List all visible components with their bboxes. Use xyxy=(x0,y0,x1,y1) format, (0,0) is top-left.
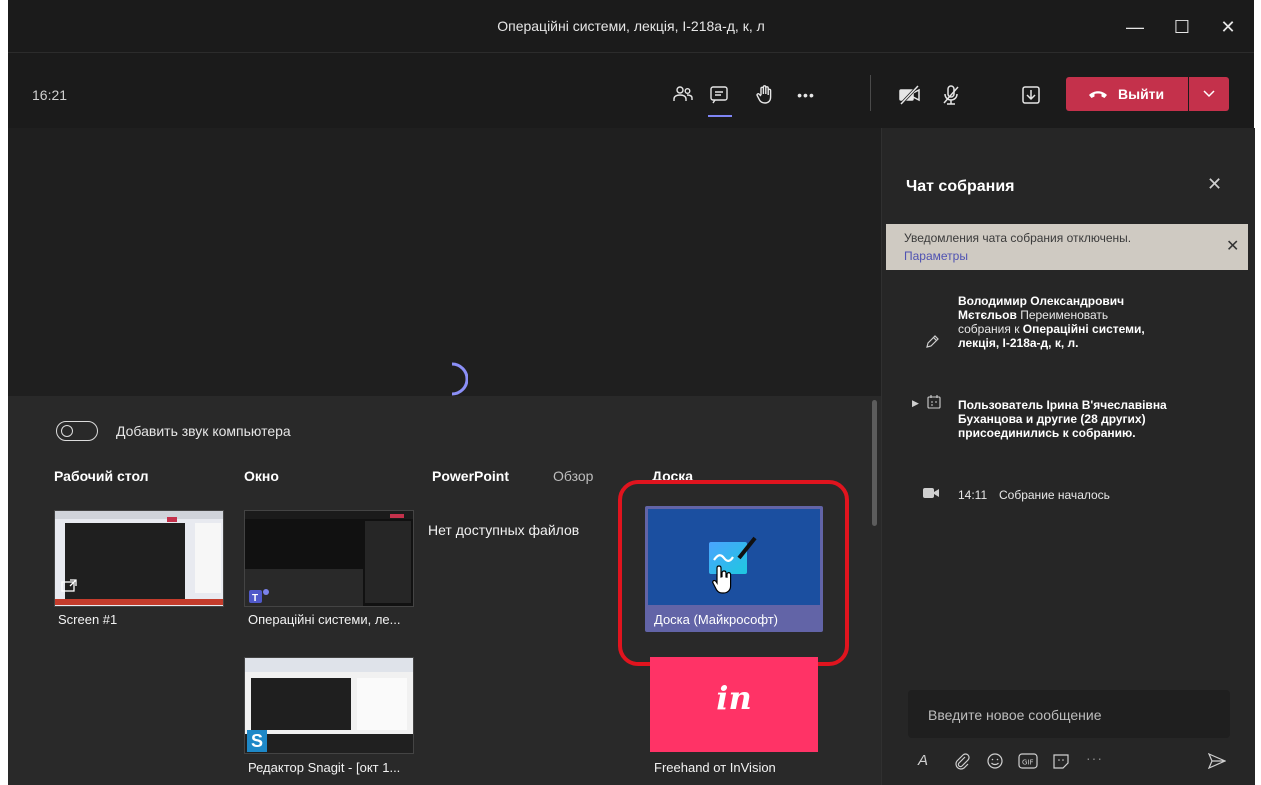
chat-icon[interactable] xyxy=(704,81,734,109)
microsoft-whiteboard-label: Доска (Майкрософт) xyxy=(654,612,779,627)
hang-up-icon xyxy=(1089,91,1107,98)
meeting-toolbar: 16:21 ••• Выйти xyxy=(8,52,1254,129)
participants-icon[interactable] xyxy=(668,81,698,109)
meeting-started-text: Собрание началось xyxy=(999,488,1110,502)
join-others-link[interactable]: другие (28 других) xyxy=(1037,412,1146,426)
screen-share-icon xyxy=(61,579,77,592)
no-files-text: Нет доступных файлов xyxy=(428,522,580,538)
teams-app-icon: T xyxy=(249,589,269,604)
toolbar-divider xyxy=(870,75,871,111)
window-title: Операційні системи, лекція, І-218а-д, к,… xyxy=(497,18,765,34)
snagit-window-label: Редактор Snagit - [окт 1... xyxy=(248,760,401,775)
meeting-chat-panel: Чат собрания ✕ Уведомления чата собрания… xyxy=(881,128,1255,785)
attach-icon[interactable] xyxy=(954,752,970,770)
join-conjunction: и xyxy=(1025,412,1034,426)
chat-active-indicator xyxy=(708,115,732,117)
raise-hand-icon[interactable] xyxy=(750,81,780,109)
share-tray-icon[interactable] xyxy=(1016,81,1046,109)
hand-cursor-icon xyxy=(712,565,732,594)
close-chat-icon[interactable]: ✕ xyxy=(1207,174,1222,195)
freehand-invision-label: Freehand от InVision xyxy=(654,760,776,775)
section-window: Окно xyxy=(244,468,279,484)
leave-label: Выйти xyxy=(1118,86,1165,102)
video-camera-icon xyxy=(923,488,939,498)
freehand-invision-tile[interactable]: in xyxy=(650,657,818,752)
join-prefix: Пользователь xyxy=(958,398,1044,412)
meeting-timer: 16:21 xyxy=(32,87,68,103)
section-powerpoint: PowerPoint xyxy=(432,468,510,484)
teams-window-label: Операційні системи, ле... xyxy=(248,612,401,627)
leave-options-button[interactable] xyxy=(1189,77,1229,111)
teams-meeting-window: Операційні системи, лекція, І-218а-д, к,… xyxy=(8,0,1255,785)
browse-link[interactable]: Обзор xyxy=(553,468,593,484)
camera-off-icon[interactable] xyxy=(895,81,925,109)
microsoft-whiteboard-tile[interactable]: Доска (Майкрософт) xyxy=(645,506,823,632)
loading-spinner-icon xyxy=(451,362,468,396)
participants-join-icon xyxy=(927,395,941,409)
sticker-icon[interactable] xyxy=(1052,752,1070,770)
pencil-icon xyxy=(926,335,939,348)
share-panel-scrollbar[interactable] xyxy=(872,400,877,526)
emoji-icon[interactable] xyxy=(986,752,1004,770)
snagit-window-thumbnail[interactable]: S xyxy=(244,657,414,754)
chat-title: Чат собрания xyxy=(906,178,1015,195)
close-button[interactable]: ✕ xyxy=(1211,14,1245,40)
teams-window-thumbnail[interactable]: T xyxy=(244,510,414,607)
screen-1-thumbnail[interactable] xyxy=(54,510,224,607)
invision-logo: in xyxy=(716,679,752,717)
message-input-placeholder: Введите новое сообщение xyxy=(928,707,1102,723)
banner-settings-link[interactable]: Параметры xyxy=(904,249,968,263)
gif-icon[interactable]: GIF xyxy=(1018,753,1038,769)
minimize-button[interactable]: — xyxy=(1118,14,1152,40)
title-bar: Операційні системи, лекція, І-218а-д, к,… xyxy=(8,0,1254,52)
message-input[interactable]: Введите новое сообщение xyxy=(908,690,1230,738)
banner-text: Уведомления чата собрания отключены. xyxy=(904,231,1132,245)
compose-toolbar: A GIF ··· xyxy=(918,750,1248,774)
toggle-knob xyxy=(61,425,73,437)
leave-button[interactable]: Выйти xyxy=(1066,77,1188,111)
computer-audio-toggle[interactable] xyxy=(56,421,98,441)
screen-1-label: Screen #1 xyxy=(58,612,118,627)
rename-event: Володимир Олександрович Мєтєльов Переиме… xyxy=(958,294,1163,350)
join-event: Пользователь Ірина В'ячеславівна Буханцо… xyxy=(958,398,1173,440)
mic-off-icon[interactable] xyxy=(936,81,966,109)
meeting-stage: Добавить звук компьютера Рабочий стол Ок… xyxy=(8,128,881,785)
format-icon[interactable]: A xyxy=(918,752,928,769)
maximize-button[interactable]: ☐ xyxy=(1165,14,1199,40)
dismiss-banner-icon[interactable]: ✕ xyxy=(1226,236,1239,256)
expand-arrow-icon[interactable]: ▶ xyxy=(912,398,919,409)
more-options-icon[interactable]: ••• xyxy=(791,81,821,109)
snagit-app-icon: S xyxy=(247,730,267,752)
share-tray-panel: Добавить звук компьютера Рабочий стол Ок… xyxy=(8,396,881,785)
computer-audio-label: Добавить звук компьютера xyxy=(116,423,291,439)
chevron-down-icon xyxy=(1203,90,1215,98)
join-suffix: присоединились к собранию. xyxy=(958,426,1136,440)
send-icon[interactable] xyxy=(1208,753,1226,769)
notification-banner: Уведомления чата собрания отключены. Пар… xyxy=(886,224,1248,270)
meeting-started-time: 14:11 xyxy=(958,488,988,502)
svg-text:T: T xyxy=(252,593,258,604)
more-compose-options-icon[interactable]: ··· xyxy=(1086,750,1103,766)
svg-text:GIF: GIF xyxy=(1022,759,1034,767)
section-desktop: Рабочий стол xyxy=(54,468,149,484)
